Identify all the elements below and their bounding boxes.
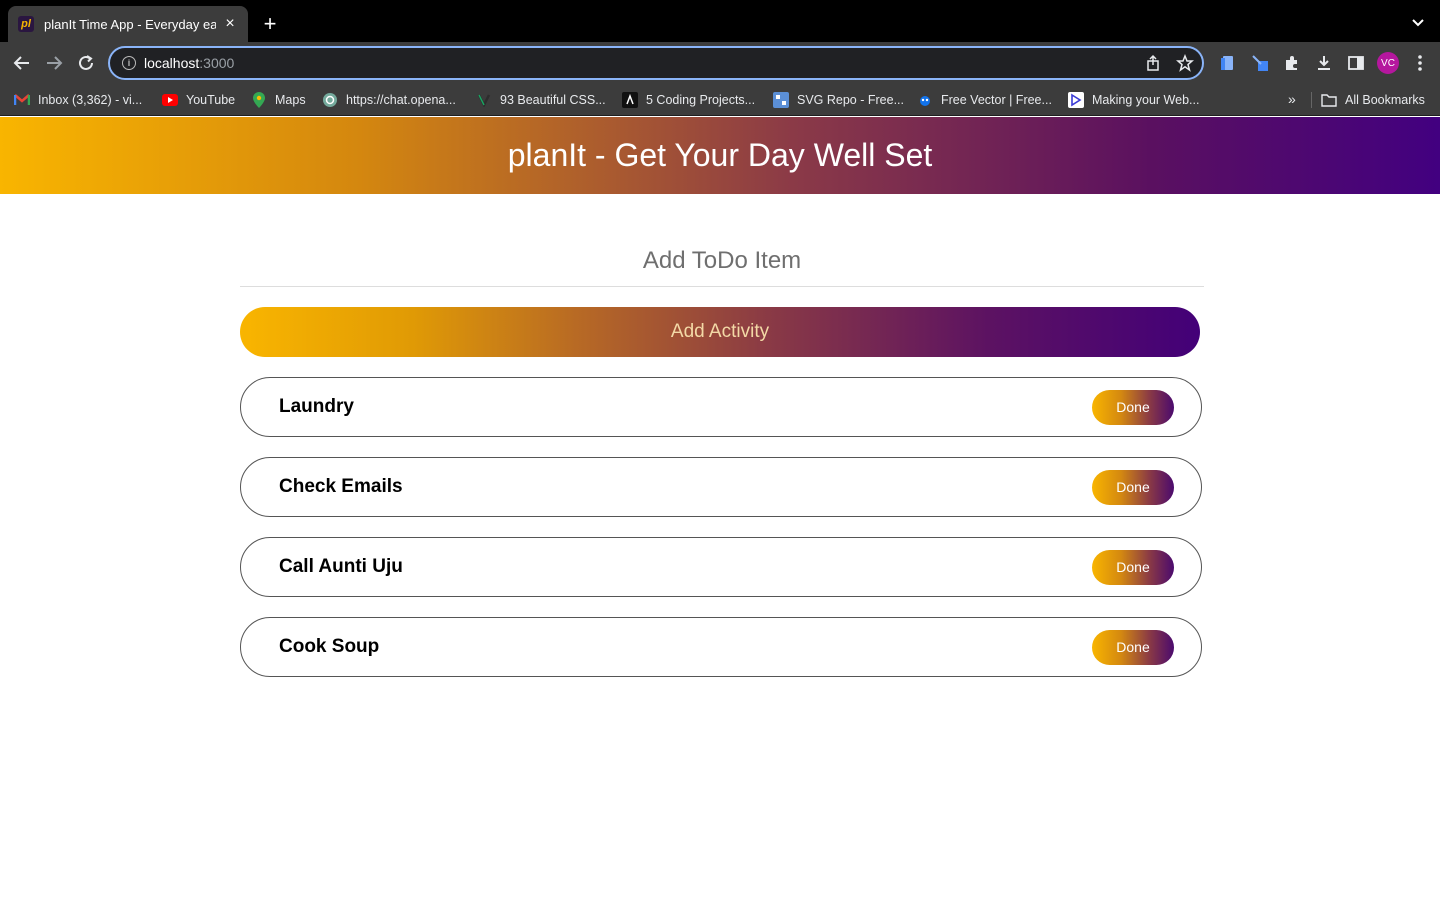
all-bookmarks-folder[interactable]: All Bookmarks <box>1321 91 1425 109</box>
bookmark-label: Inbox (3,362) - vi... <box>38 93 143 107</box>
bookmark-label: Making your Web... <box>1092 93 1200 107</box>
chatgpt-icon <box>322 92 338 108</box>
url-host: localhost <box>144 55 200 71</box>
bookmark-item[interactable]: 5 Coding Projects... <box>622 91 755 109</box>
youtube-icon <box>162 92 178 108</box>
extension-doc-icon[interactable] <box>1216 51 1240 75</box>
css-icon <box>476 92 492 108</box>
bookmark-item[interactable]: Making your Web... <box>1068 91 1199 109</box>
bookmark-star-icon[interactable] <box>1176 54 1194 72</box>
app-header: planIt - Get Your Day Well Set <box>0 117 1440 194</box>
bookmark-item[interactable]: Maps <box>251 91 306 109</box>
bookmark-label: Maps <box>275 93 306 107</box>
todo-item: Laundry Done <box>240 377 1202 437</box>
bookmark-item[interactable]: YouTube <box>162 91 235 109</box>
new-tab-icon[interactable]: + <box>258 11 282 36</box>
chevron-down-icon[interactable] <box>1410 14 1426 30</box>
bookmark-item[interactable]: 93 Beautiful CSS... <box>476 91 606 109</box>
folder-icon <box>1321 92 1337 108</box>
reload-icon[interactable] <box>74 51 98 75</box>
bookmark-item[interactable]: https://chat.opena... <box>322 91 456 109</box>
download-icon[interactable] <box>1312 51 1336 75</box>
bookmark-item[interactable]: SVG Repo - Free... <box>773 91 904 109</box>
bookmark-item[interactable]: Free Vector | Free... <box>917 91 1052 109</box>
todo-item-text: Laundry <box>279 396 354 417</box>
address-bar[interactable]: i localhost :3000 <box>108 46 1204 80</box>
puzzle-extensions-icon[interactable] <box>1280 51 1304 75</box>
forward-icon[interactable] <box>42 51 66 75</box>
todo-list: Laundry Done Check Emails Done Call Aunt… <box>240 377 1202 697</box>
add-activity-button[interactable]: Add Activity <box>240 307 1200 357</box>
close-tab-icon[interactable]: × <box>222 15 238 32</box>
todo-item: Check Emails Done <box>240 457 1202 517</box>
side-panel-icon[interactable] <box>1344 51 1368 75</box>
bookmark-label: https://chat.opena... <box>346 93 456 107</box>
done-button[interactable]: Done <box>1092 469 1174 505</box>
avatar-initials: VC <box>1377 52 1399 74</box>
kebab-menu-icon[interactable] <box>1408 51 1432 75</box>
planit-favicon-icon: pl <box>18 16 34 32</box>
url-port: :3000 <box>199 55 235 71</box>
gmail-icon <box>14 92 30 108</box>
tab-title: planIt Time App - Everyday eas <box>44 16 216 32</box>
site-info-icon[interactable]: i <box>122 56 136 70</box>
bookmark-label: YouTube <box>186 93 236 107</box>
bookmark-label: 93 Beautiful CSS... <box>500 93 606 107</box>
done-button[interactable]: Done <box>1092 549 1174 585</box>
bookmarks-divider <box>1311 92 1312 108</box>
maps-icon <box>251 92 267 108</box>
todo-item: Cook Soup Done <box>240 617 1202 677</box>
todo-item-text: Check Emails <box>279 476 403 497</box>
done-button[interactable]: Done <box>1092 629 1174 665</box>
bookmark-label: Free Vector | Free... <box>941 93 1052 107</box>
page-title: planIt - Get Your Day Well Set <box>507 137 933 173</box>
bookmark-label: 5 Coding Projects... <box>646 93 756 107</box>
bookmarks-overflow-icon[interactable]: » <box>1288 91 1296 107</box>
bookmarks-bar: Inbox (3,362) - vi... YouTube Maps https… <box>0 84 1440 116</box>
all-bookmarks-label: All Bookmarks <box>1345 93 1425 107</box>
back-icon[interactable] <box>10 51 34 75</box>
profile-avatar[interactable]: VC <box>1376 51 1400 75</box>
todo-item-text: Call Aunti Uju <box>279 556 403 577</box>
todo-item: Call Aunti Uju Done <box>240 537 1202 597</box>
share-icon[interactable] <box>1144 54 1162 72</box>
done-button[interactable]: Done <box>1092 389 1174 425</box>
todo-input[interactable] <box>240 236 1204 287</box>
coding-icon <box>622 92 638 108</box>
browser-tab-active[interactable]: pl planIt Time App - Everyday eas × <box>8 6 248 42</box>
browser-toolbar: i localhost :3000 VC <box>0 42 1440 84</box>
svgrepo-icon <box>773 92 789 108</box>
bookmark-item[interactable]: Inbox (3,362) - vi... <box>14 91 142 109</box>
extension-translate-icon[interactable] <box>1248 51 1272 75</box>
web-icon <box>1068 92 1084 108</box>
freepik-icon <box>917 92 933 108</box>
todo-item-text: Cook Soup <box>279 636 380 657</box>
tab-strip: pl planIt Time App - Everyday eas × + <box>0 0 1440 42</box>
bookmark-label: SVG Repo - Free... <box>797 93 904 107</box>
